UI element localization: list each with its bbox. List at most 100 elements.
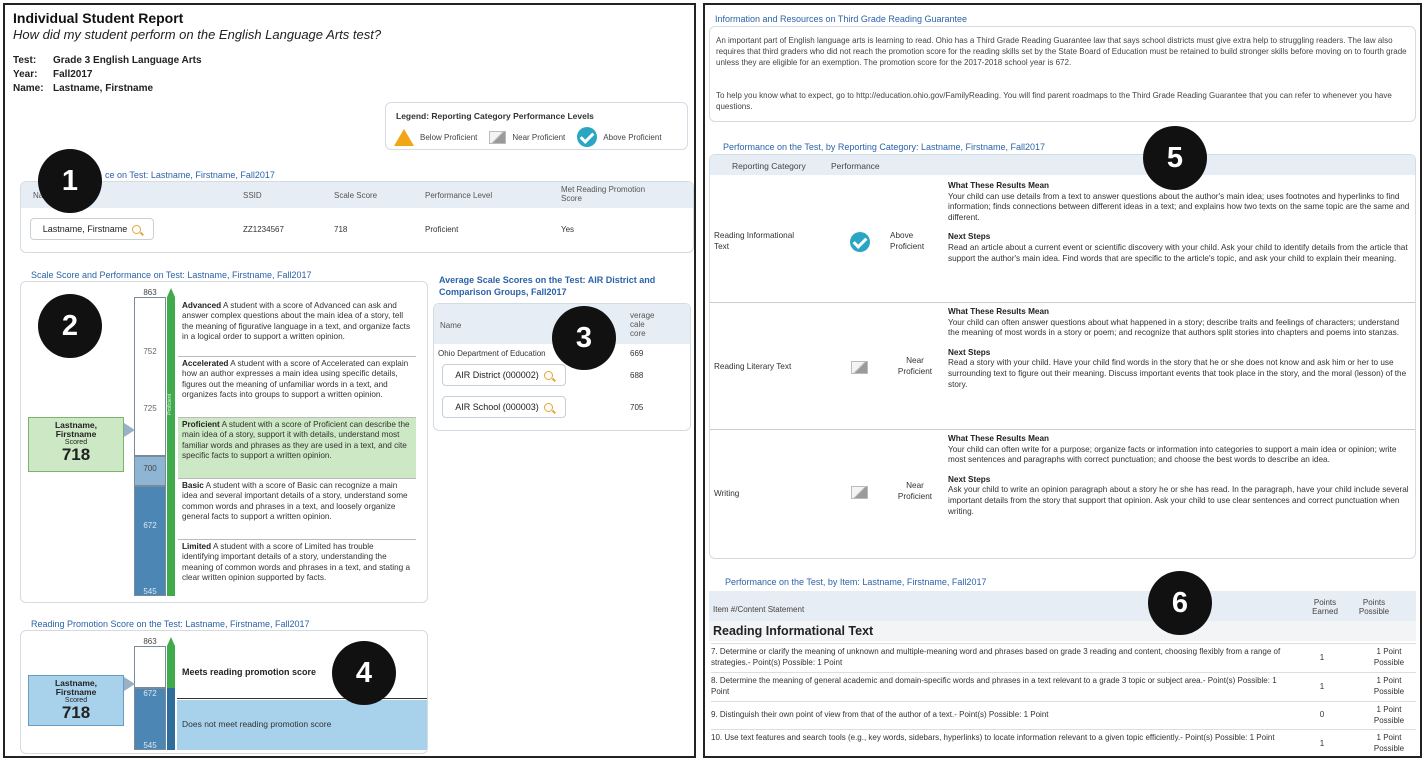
promo-student-marker: Lastname, Firstname Scored 718 bbox=[28, 675, 124, 726]
category-row-literary: Reading Literary Text Near Proficient Wh… bbox=[710, 303, 1415, 430]
promo-tick-545: 545 bbox=[143, 741, 157, 750]
meets-promotion-label: Meets reading promotion score bbox=[182, 667, 317, 677]
tick-545: 545 bbox=[143, 587, 157, 596]
col-promotion-score: Met Reading Promotion Score bbox=[561, 185, 646, 203]
avg-row-district-score: 688 bbox=[630, 371, 644, 380]
report-subtitle: How did my student perform on the Englis… bbox=[13, 27, 382, 42]
report-title: Individual Student Report bbox=[13, 10, 184, 26]
col-points-earned: Points Earned bbox=[1312, 598, 1338, 616]
col-performance: Performance bbox=[831, 161, 880, 171]
category-section-title: Performance on the Test, by Reporting Ca… bbox=[723, 142, 1045, 152]
search-icon bbox=[543, 370, 553, 380]
col-ssid: SSID bbox=[243, 191, 262, 200]
info-title: Information and Resources on Third Grade… bbox=[715, 14, 967, 24]
avg-row-ode-score: 669 bbox=[630, 349, 644, 358]
tick-752: 752 bbox=[143, 347, 157, 356]
avg-section-box: Name verage cale core 3 Ohio Department … bbox=[433, 303, 691, 431]
category-name: Writing bbox=[714, 489, 740, 498]
col-points-possible: Points Possible bbox=[1358, 598, 1390, 616]
category-name: Reading Informational Text bbox=[714, 231, 795, 251]
warning-icon bbox=[394, 128, 414, 146]
arrow-up-icon bbox=[167, 637, 175, 646]
avg-section-title: Average Scale Scores on the Test: AIR Di… bbox=[439, 275, 656, 297]
level-basic: Basic A student with a score of Basic ca… bbox=[178, 479, 416, 540]
category-row-informational: Reading Informational Text Above Profici… bbox=[710, 175, 1415, 303]
promo-tick-672: 672 bbox=[143, 689, 157, 698]
marker-student-name: Lastname, Firstname bbox=[54, 420, 98, 439]
checkmark-icon bbox=[850, 232, 870, 252]
level-limited: Limited A student with a score of Limite… bbox=[182, 542, 411, 583]
promo-section-title: Reading Promotion Score on the Test: Las… bbox=[31, 619, 310, 629]
marker-pointer-icon bbox=[124, 423, 135, 437]
legend-above: Above Proficient bbox=[603, 132, 662, 142]
item-row: 10. Use text features and search tools (… bbox=[711, 729, 1416, 756]
test-label: Test: bbox=[13, 55, 37, 66]
category-section-box: Reporting Category Performance Reading I… bbox=[709, 154, 1416, 559]
near-proficient-icon bbox=[851, 361, 868, 374]
level-accelerated: Accelerated A student with a score of Ac… bbox=[178, 357, 416, 418]
avg-col-score: verage cale core bbox=[630, 311, 655, 338]
school-search-button[interactable]: AIR School (000003) bbox=[442, 396, 566, 418]
legend-box: Legend: Reporting Category Performance L… bbox=[385, 102, 688, 150]
col-performance-level: Performance Level bbox=[425, 191, 493, 200]
arrow-up-icon bbox=[167, 288, 175, 297]
perf-on-test-box: Na SSID Scale Score Performance Level Me… bbox=[20, 181, 694, 253]
item-table-header: Item #/Content Statement Points Earned P… bbox=[709, 591, 1416, 621]
right-report-panel: Information and Resources on Third Grade… bbox=[703, 3, 1422, 758]
name-value: Lastname, Firstname bbox=[53, 83, 154, 94]
tick-700: 700 bbox=[143, 464, 157, 473]
callout-badge-4: 4 bbox=[332, 641, 396, 705]
item-row: 8. Determine the meaning of general acad… bbox=[711, 672, 1416, 701]
avg-row-ode-name: Ohio Department of Education bbox=[438, 349, 546, 358]
search-icon bbox=[132, 224, 142, 234]
checkmark-icon bbox=[577, 127, 598, 147]
bar-label: Proficient bbox=[167, 394, 173, 415]
student-score-marker: Lastname, Firstname Scored 718 bbox=[28, 417, 124, 472]
tick-672: 672 bbox=[143, 521, 157, 530]
test-value: Grade 3 English Language Arts bbox=[53, 55, 202, 66]
student-name: Lastname, Firstname bbox=[42, 224, 128, 234]
callout-badge-3: 3 bbox=[552, 306, 616, 370]
year-value: Fall2017 bbox=[53, 69, 93, 80]
col-reporting-category: Reporting Category bbox=[732, 161, 806, 171]
promo-tick-863: 863 bbox=[143, 637, 157, 646]
callout-badge-1: 1 bbox=[38, 149, 102, 213]
student-search-button[interactable]: Lastname, Firstname bbox=[30, 218, 154, 240]
next-steps-text: Read an article about a current event or… bbox=[948, 242, 1408, 263]
category-performance: Above Proficient bbox=[890, 231, 925, 251]
district-search-button[interactable]: AIR District (000002) bbox=[442, 364, 566, 386]
info-paragraph-2: To help you know what to expect, go to h… bbox=[716, 91, 1392, 111]
marker-score: 718 bbox=[61, 445, 91, 464]
category-name: Reading Literary Text bbox=[714, 362, 792, 371]
callout-badge-6: 6 bbox=[1148, 571, 1212, 635]
next-steps-label: Next Steps bbox=[948, 232, 991, 242]
scale-score-value: 718 bbox=[334, 225, 348, 234]
category-row-writing: Writing Near Proficient What These Resul… bbox=[714, 434, 1409, 516]
ssid-value: ZZ1234567 bbox=[243, 225, 284, 234]
level-proficient: Proficient A student with a score of Pro… bbox=[178, 418, 416, 479]
item-group-heading: Reading Informational Text bbox=[709, 621, 1416, 641]
tick-863: 863 bbox=[143, 288, 157, 297]
performance-level-value: Proficient bbox=[425, 225, 459, 234]
marker-pointer-icon bbox=[124, 677, 135, 691]
legend-below: Below Proficient bbox=[420, 132, 478, 142]
avg-col-name: Name bbox=[440, 321, 462, 330]
col-item-statement: Item #/Content Statement bbox=[713, 605, 805, 614]
proficient-indicator-bar bbox=[167, 297, 175, 596]
callout-badge-5: 5 bbox=[1143, 126, 1207, 190]
level-descriptions: Advanced A student with a score of Advan… bbox=[178, 299, 418, 593]
year-label: Year: bbox=[13, 69, 38, 80]
scale-section-box: 2 863 752 725 700 672 545 Proficient Las… bbox=[20, 281, 428, 603]
category-performance: Near Proficient bbox=[897, 356, 933, 376]
not-meets-promotion-label: Does not meet reading promotion score bbox=[182, 719, 332, 729]
info-paragraph-1: An important part of English language ar… bbox=[716, 36, 1407, 67]
col-scale-score: Scale Score bbox=[334, 191, 378, 200]
item-row: 9. Distinguish their own point of view f… bbox=[711, 701, 1416, 729]
near-proficient-icon bbox=[851, 486, 868, 499]
legend-title: Legend: Reporting Category Performance L… bbox=[396, 111, 594, 121]
meets-indicator-bar bbox=[167, 646, 175, 688]
info-box: An important part of English language ar… bbox=[709, 26, 1416, 122]
category-performance: Near Proficient bbox=[897, 481, 933, 501]
callout-badge-2: 2 bbox=[38, 294, 102, 358]
search-icon bbox=[543, 402, 553, 412]
